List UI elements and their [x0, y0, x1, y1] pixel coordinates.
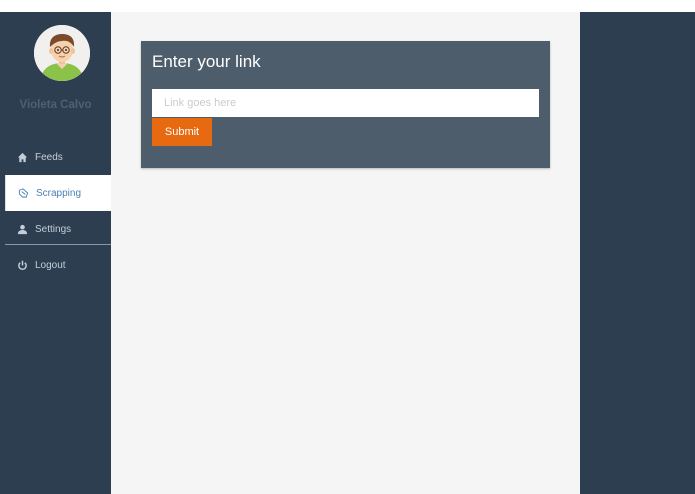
home-icon — [17, 152, 28, 163]
sidebar-item-settings[interactable]: Settings — [0, 211, 111, 247]
sidebar-item-logout[interactable]: Logout — [0, 247, 111, 283]
sidebar-item-label: Logout — [35, 259, 66, 271]
sidebar: Violeta Calvo Feeds Scrapping Settings L… — [0, 12, 111, 494]
link-card: Enter your link Submit — [141, 41, 550, 168]
power-icon — [17, 260, 28, 271]
app-frame: Violeta Calvo Feeds Scrapping Settings L… — [0, 12, 695, 494]
boy-avatar-icon — [34, 25, 90, 81]
sidebar-item-feeds[interactable]: Feeds — [0, 139, 111, 175]
sidebar-item-label: Scrapping — [36, 187, 82, 199]
user-icon — [17, 224, 28, 235]
link-input[interactable] — [152, 89, 539, 117]
scrape-hand-icon — [18, 188, 29, 199]
nav-divider — [5, 244, 111, 245]
user-name: Violeta Calvo — [19, 99, 92, 111]
submit-button[interactable]: Submit — [152, 118, 212, 146]
right-panel — [580, 12, 695, 494]
sidebar-item-label: Settings — [35, 223, 72, 235]
sidebar-item-scrapping[interactable]: Scrapping — [5, 175, 111, 211]
card-title: Enter your link — [152, 52, 261, 71]
sidebar-item-label: Feeds — [35, 151, 63, 163]
main-content: Enter your link Submit — [111, 12, 580, 494]
